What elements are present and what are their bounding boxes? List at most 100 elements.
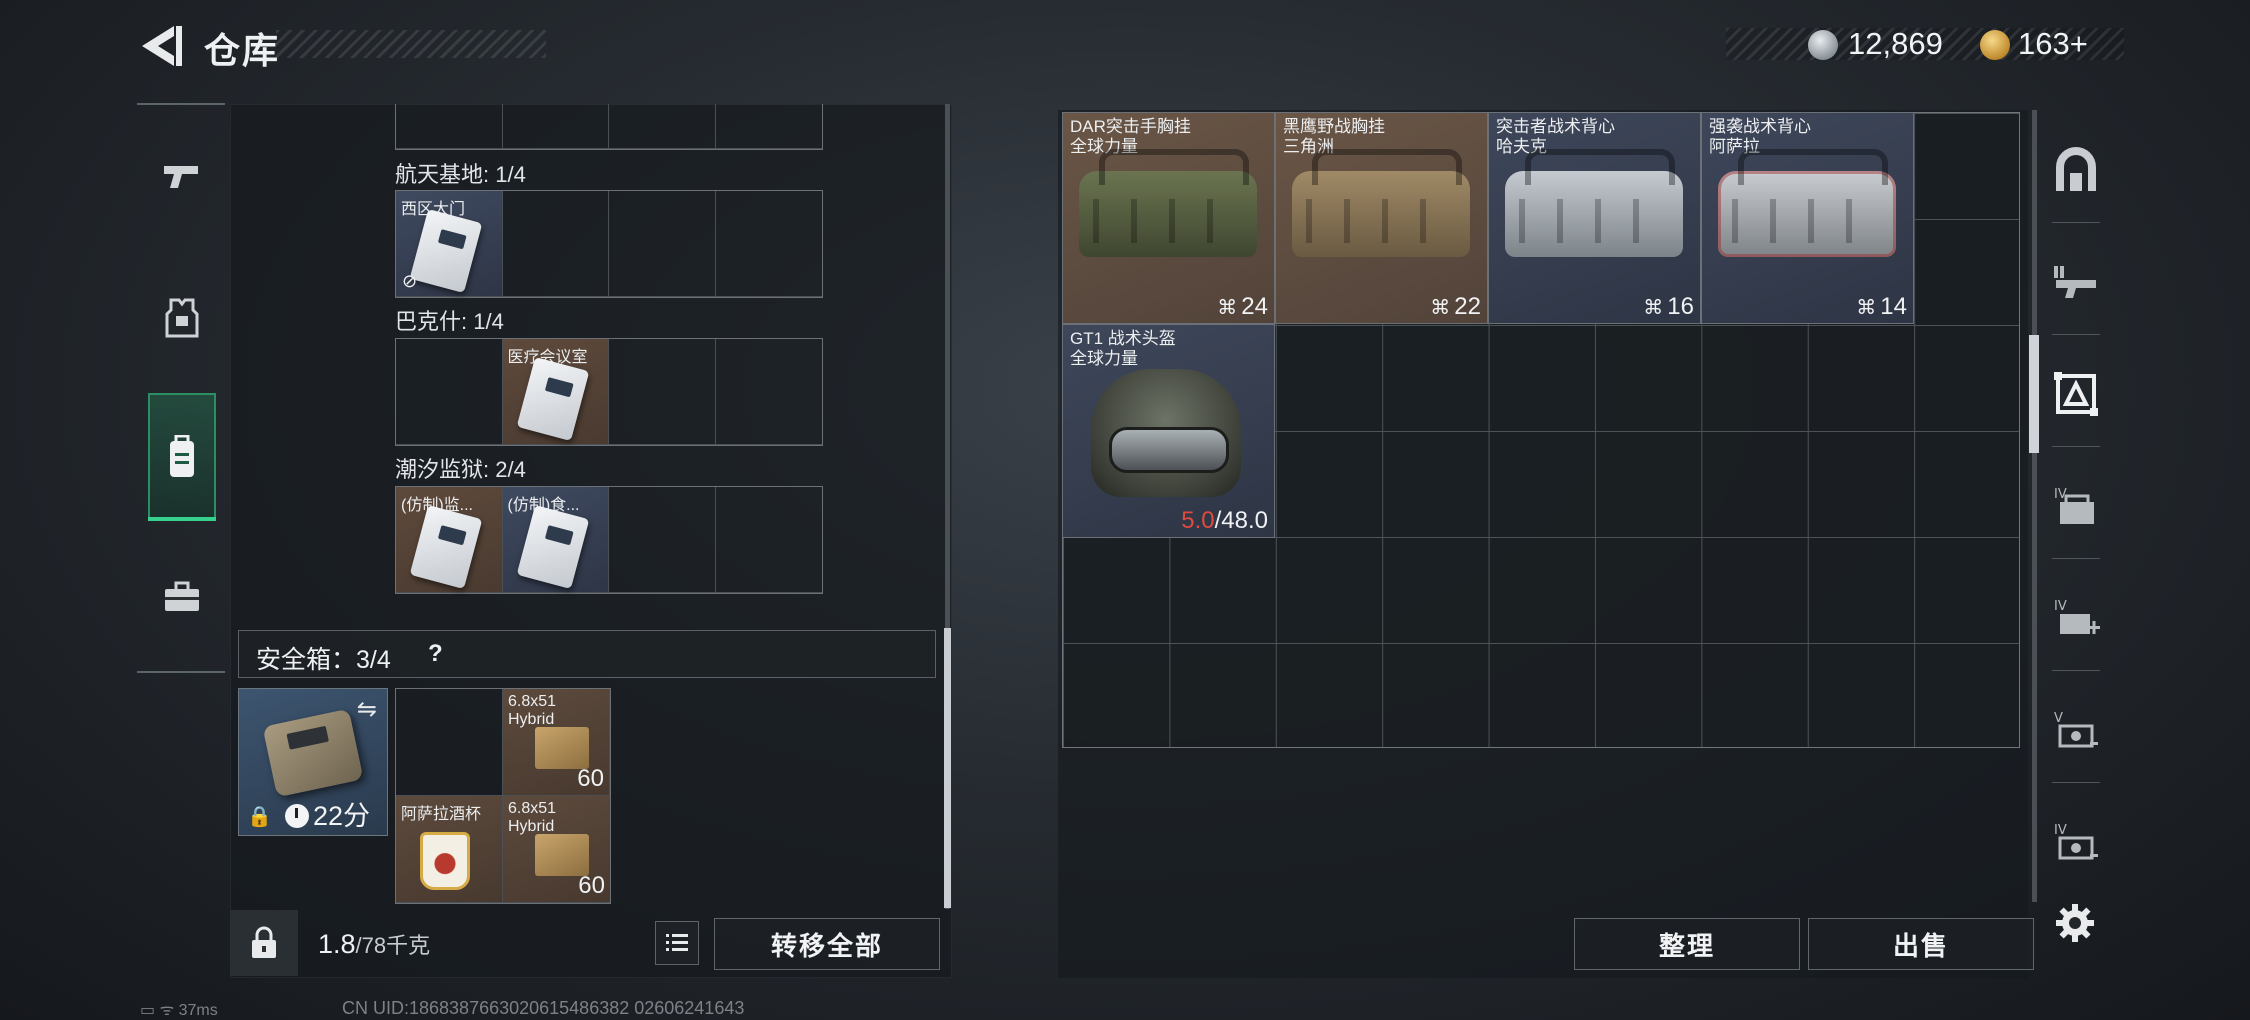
section-label: 航天基地: 1/4 xyxy=(395,162,526,187)
safe-slot[interactable] xyxy=(396,689,503,796)
scrollbar-thumb[interactable] xyxy=(944,628,951,908)
case-iv-icon[interactable]: IV xyxy=(2050,816,2102,868)
nav-divider xyxy=(2052,334,2100,335)
silver-coin-icon xyxy=(1808,30,1838,60)
home-icon[interactable] xyxy=(2050,144,2102,196)
clock-icon xyxy=(285,804,309,828)
ammo-item[interactable]: 6.8x51 Hybrid 60 xyxy=(503,689,610,796)
nav-divider xyxy=(2052,558,2100,559)
key-slot[interactable] xyxy=(715,487,822,593)
sort-button[interactable]: 整理 xyxy=(1574,918,1800,970)
silver-amount: 12,869 xyxy=(1848,26,1943,61)
gear-icon[interactable] xyxy=(2054,902,2096,944)
key-item[interactable]: 医疗会议室 xyxy=(502,339,609,445)
cup-item[interactable]: 阿萨拉酒杯 xyxy=(396,796,503,903)
rifle-slot-icon[interactable] xyxy=(2050,256,2102,308)
briefcase-tab-icon[interactable] xyxy=(157,572,207,622)
chest-rig-item[interactable]: DAR突击手胸挂 全球力量 ⌘ 24 xyxy=(1062,112,1275,324)
vest-item[interactable]: 强袭战术背心 阿萨拉 ⌘ 14 xyxy=(1701,112,1914,324)
keycard-icon xyxy=(409,208,483,294)
nav-divider xyxy=(137,671,225,673)
armor-slot-icon[interactable] xyxy=(2050,368,2102,420)
swap-icon[interactable]: ⇋ xyxy=(357,695,377,724)
keycard-icon xyxy=(516,504,589,590)
key-slot[interactable] xyxy=(502,104,609,149)
safe-box-grid: 6.8x51 Hybrid 60 阿萨拉酒杯 6.8x51 Hybrid 60 xyxy=(395,688,611,904)
key-item[interactable]: (仿制)食... xyxy=(502,487,609,593)
case-v-icon[interactable]: V xyxy=(2050,704,2102,756)
timer: 22分 xyxy=(285,794,370,833)
armor-tab-icon[interactable] xyxy=(157,293,207,343)
ammo-box-icon xyxy=(535,834,589,876)
key-slot[interactable] xyxy=(715,191,822,297)
safe-box-label: 安全箱：3/4 xyxy=(256,646,391,674)
transfer-all-button[interactable]: 转移全部 xyxy=(714,918,940,970)
svg-text:V: V xyxy=(2054,711,2063,726)
key-slot[interactable] xyxy=(396,339,503,445)
lock-button[interactable] xyxy=(230,910,298,976)
safe-box-container[interactable]: ⇋ 🔒 22分 xyxy=(238,688,388,836)
chest-rig-icon xyxy=(1079,149,1257,257)
capacity: ⌘ 16 xyxy=(1643,293,1694,320)
right-nav-selector xyxy=(2029,335,2039,453)
backpack-iv-icon[interactable]: IV xyxy=(2050,480,2102,532)
nav-divider xyxy=(137,103,225,105)
svg-text:IV: IV xyxy=(2054,599,2067,614)
key-slot-row xyxy=(395,104,823,150)
ammo-item[interactable]: 6.8x51 Hybrid 60 xyxy=(503,796,610,903)
right-nav-track xyxy=(2032,110,2037,902)
weight-display: 1.8/78千克 xyxy=(318,929,431,959)
section-label: 潮汐监狱: 2/4 xyxy=(395,457,526,482)
list-view-button[interactable] xyxy=(655,921,699,965)
svg-text:IV: IV xyxy=(2054,823,2067,838)
capacity: ⌘ 24 xyxy=(1217,293,1268,320)
keycard-icon xyxy=(409,504,483,590)
help-icon[interactable]: ? xyxy=(428,640,443,668)
title-decoration xyxy=(276,30,546,58)
vest-item[interactable]: 突击者战术背心 哈夫克 ⌘ 16 xyxy=(1488,112,1701,324)
nav-divider xyxy=(2052,782,2100,783)
key-slot[interactable] xyxy=(715,339,822,445)
key-slot[interactable] xyxy=(609,191,716,297)
safe-box-icon xyxy=(262,708,364,798)
nav-divider xyxy=(2052,670,2100,671)
goblet-icon xyxy=(420,832,470,890)
uid-text: CN UID:1868387663020615486382 0260624164… xyxy=(342,998,745,1018)
keycard-icon xyxy=(516,356,589,442)
chest-rig-icon xyxy=(1292,149,1470,257)
capacity: ⌘ 14 xyxy=(1856,293,1907,320)
helmet-icon xyxy=(1091,369,1241,497)
nav-divider xyxy=(2052,222,2100,223)
medkit-iv-icon[interactable]: IV xyxy=(2050,592,2102,644)
key-item[interactable]: 西区大门 ⊘ xyxy=(396,191,503,297)
capacity: ⌘ 22 xyxy=(1430,293,1481,320)
page-title: 仓库 xyxy=(204,30,281,71)
key-slot-row: 西区大门 ⊘ xyxy=(395,190,823,298)
key-slot[interactable] xyxy=(609,339,716,445)
helmet-item[interactable]: GT1 战术头盔 全球力量 5.0/48.0 xyxy=(1062,324,1275,538)
gold-amount[interactable]: 163+ xyxy=(2018,26,2088,62)
section-label: 巴克什: 1/4 xyxy=(395,309,504,334)
chest-rig-item[interactable]: 黑鹰野战胸挂 三角洲 ⌘ 22 xyxy=(1275,112,1488,324)
sell-button[interactable]: 出售 xyxy=(1808,918,2034,970)
broken-key-icon: ⊘ xyxy=(402,271,418,291)
key-slot-row: 医疗会议室 xyxy=(395,338,823,446)
weapon-tab-icon[interactable] xyxy=(157,152,207,202)
key-slot[interactable] xyxy=(715,104,822,149)
key-slot-row: (仿制)监... (仿制)食... xyxy=(395,486,823,594)
gold-coin-icon xyxy=(1980,30,2010,60)
vest-icon xyxy=(1505,149,1683,257)
vest-icon xyxy=(1718,149,1896,257)
key-item[interactable]: (仿制)监... xyxy=(396,487,503,593)
nav-divider xyxy=(2052,446,2100,447)
network-status: ▭ ᯤ 37ms xyxy=(140,1002,218,1019)
durability: 5.0/48.0 xyxy=(1181,507,1268,534)
key-slot[interactable] xyxy=(609,104,716,149)
lock-icon: 🔒 xyxy=(247,806,272,828)
ammo-box-icon xyxy=(535,727,589,769)
key-slot[interactable] xyxy=(609,487,716,593)
key-slot[interactable] xyxy=(502,191,609,297)
backpack-tab-icon[interactable] xyxy=(157,432,207,482)
back-arrow-icon[interactable] xyxy=(138,24,186,68)
key-slot[interactable] xyxy=(396,104,503,149)
